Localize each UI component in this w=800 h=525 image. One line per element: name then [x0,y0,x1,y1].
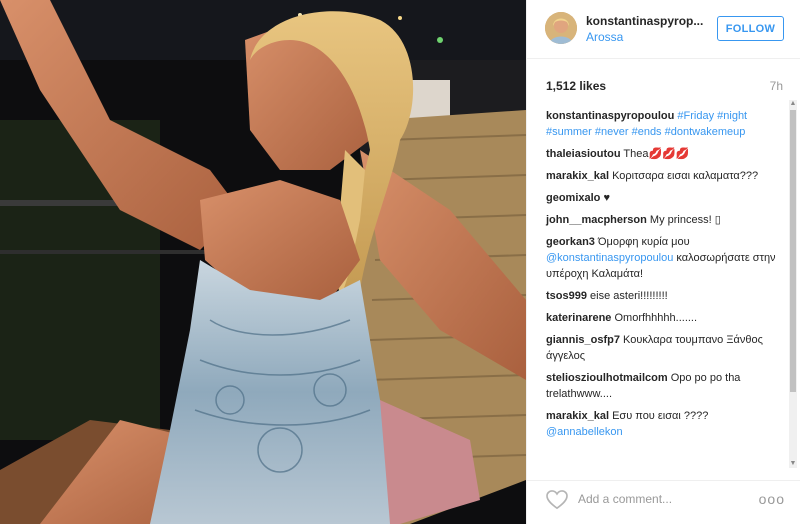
comment-item: marakix_kal Κοριτσαρα εισαι καλαματα??? [546,168,786,184]
heart-outline-icon [546,490,568,510]
comment-item: thaleiasioutou Thea💋💋💋 [546,146,786,162]
comment-item: geomixalo ♥ [546,190,786,206]
comment-text: Εσυ που εισαι ???? [612,410,709,422]
scrollbar-thumb[interactable] [790,110,796,392]
comment-username[interactable]: giannis_osfp7 [546,334,620,346]
post-sidebar: konstantinaspyrop... Arossa FOLLOW 1,512… [526,0,800,524]
post-time[interactable]: 7h [770,79,783,93]
comment-username[interactable]: stelioszioulhotmailcom [546,372,668,384]
instagram-post: konstantinaspyrop... Arossa FOLLOW 1,512… [0,0,800,524]
scroll-up-icon[interactable]: ▲ [789,100,797,108]
comment-username[interactable]: marakix_kal [546,170,609,182]
username-link[interactable]: konstantinaspyrop... [586,14,703,28]
post-header: konstantinaspyrop... Arossa FOLLOW [527,0,800,59]
location-link[interactable]: Arossa [586,30,623,44]
comment-item: marakix_kal Εσυ που εισαι ???? @annabell… [546,408,786,440]
comments-scrollbar[interactable]: ▲ ▼ [789,100,797,468]
likes-count[interactable]: 1,512 likes [546,79,606,93]
post-photo[interactable] [0,0,526,524]
comment-username[interactable]: thaleiasioutou [546,148,621,160]
comment-username[interactable]: konstantinaspyropoulou [546,110,674,122]
comment-item: stelioszioulhotmailcom Opo po po tha tre… [546,370,786,402]
comment-item: georkan3 Όμορφη κυρία μου @konstantinasp… [546,234,786,282]
comment-text: Κοριτσαρα εισαι καλαματα??? [612,170,759,182]
mention-link[interactable]: @annabellekon [546,426,623,438]
scroll-down-icon[interactable]: ▼ [789,460,797,468]
comment-item: giannis_osfp7 Κουκλαρα τουμπανο Ξάνθος ά… [546,332,786,364]
comment-username[interactable]: geomixalo [546,192,600,204]
comment-text: eise asteri!!!!!!!!! [590,290,668,302]
heart-icon[interactable] [546,490,568,515]
add-comment-input[interactable]: Add a comment... [578,492,672,506]
comment-item: john__macpherson My princess! ▯ [546,212,786,228]
avatar[interactable] [545,12,577,44]
more-options-icon[interactable]: ooo [759,491,785,507]
comment-item: katerinarene Omorfhhhhh....... [546,310,786,326]
mention-link[interactable]: @konstantinaspyropoulou [546,252,673,264]
comment-item: konstantinaspyropoulou #Friday #night #s… [546,108,786,140]
comments-list: konstantinaspyropoulou #Friday #night #s… [546,108,786,446]
follow-button[interactable]: FOLLOW [717,16,784,41]
comment-username[interactable]: marakix_kal [546,410,609,422]
comment-bar: Add a comment... ooo [527,480,800,525]
avatar-image [545,12,577,44]
comment-text: Thea💋💋💋 [623,148,690,160]
comment-text: My princess! ▯ [649,214,721,226]
comment-text: Όμορφη κυρία μου [597,236,690,248]
comment-item: tsos999 eise asteri!!!!!!!!! [546,288,786,304]
comment-username[interactable]: katerinarene [546,312,611,324]
comment-username[interactable]: georkan3 [546,236,595,248]
heart-emoji: ♥ [603,192,610,204]
comment-text: Omorfhhhhh....... [614,312,698,324]
comment-username[interactable]: tsos999 [546,290,587,302]
comment-username[interactable]: john__macpherson [546,214,647,226]
photo-illustration [0,0,526,524]
